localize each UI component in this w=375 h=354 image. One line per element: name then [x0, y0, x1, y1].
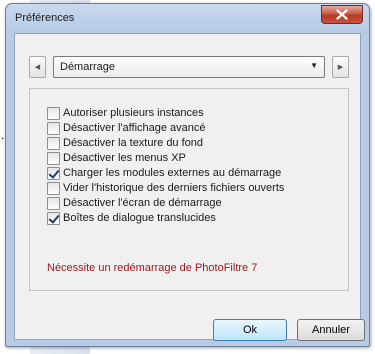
- dialog-body: ◀ Démarrage ▼ ▶ Autoriser plusieurs inst…: [14, 33, 365, 341]
- dialog-title: Préférences: [15, 12, 75, 24]
- option-disable-advanced-display[interactable]: Désactiver l'affichage avancé: [47, 121, 206, 135]
- triangle-down-icon: ▼: [310, 61, 318, 70]
- checkbox-checked[interactable]: [47, 211, 60, 225]
- options-panel: Autoriser plusieurs instances Désactiver…: [29, 88, 349, 291]
- ok-button[interactable]: Ok: [213, 319, 287, 341]
- preferences-dialog: Préférences ◀ Démarrage ▼ ▶ Autoriser pl…: [5, 3, 370, 347]
- checkbox[interactable]: [47, 151, 60, 165]
- title-bar: Préférences: [6, 4, 369, 32]
- checkbox[interactable]: [47, 196, 60, 210]
- checkbox-checked[interactable]: [47, 166, 60, 180]
- option-disable-splash-screen[interactable]: Désactiver l'écran de démarrage: [47, 196, 222, 210]
- checkbox[interactable]: [47, 136, 60, 150]
- option-disable-background-texture[interactable]: Désactiver la texture du fond: [47, 136, 203, 150]
- option-label: Désactiver l'affichage avancé: [63, 122, 206, 134]
- close-button[interactable]: [321, 5, 363, 24]
- category-selected-value: Démarrage: [60, 61, 116, 73]
- cancel-button[interactable]: Annuler: [297, 319, 365, 341]
- checkbox[interactable]: [47, 106, 60, 120]
- next-category-button[interactable]: ▶: [332, 56, 349, 78]
- option-label: Désactiver l'écran de démarrage: [63, 197, 222, 209]
- option-translucent-dialogs[interactable]: Boîtes de dialogue translucides: [47, 211, 216, 225]
- checkbox[interactable]: [47, 121, 60, 135]
- option-clear-recent-files[interactable]: Vider l'historique des derniers fichiers…: [47, 181, 284, 195]
- option-load-external-modules[interactable]: Charger les modules externes au démarrag…: [47, 166, 281, 180]
- option-label: Désactiver la texture du fond: [63, 137, 204, 149]
- close-icon: [336, 9, 348, 20]
- option-label: Désactiver les menus XP: [63, 152, 186, 164]
- checkbox[interactable]: [47, 181, 60, 195]
- option-label: Charger les modules externes au démarrag…: [63, 167, 282, 179]
- option-disable-xp-menus[interactable]: Désactiver les menus XP: [47, 151, 186, 165]
- category-selector: ◀ Démarrage ▼ ▶: [29, 56, 349, 78]
- triangle-right-icon: ▶: [337, 64, 344, 71]
- option-label: Boîtes de dialogue translucides: [63, 212, 216, 224]
- previous-category-button[interactable]: ◀: [29, 56, 46, 78]
- restart-required-note: Nécessite un redémarrage de PhotoFiltre …: [47, 262, 258, 274]
- option-label: Vider l'historique des derniers fichiers…: [63, 182, 285, 194]
- option-label: Autoriser plusieurs instances: [63, 107, 204, 119]
- option-allow-multiple-instances[interactable]: Autoriser plusieurs instances: [47, 106, 204, 120]
- category-dropdown[interactable]: Démarrage ▼: [53, 56, 325, 78]
- triangle-left-icon: ◀: [34, 64, 41, 71]
